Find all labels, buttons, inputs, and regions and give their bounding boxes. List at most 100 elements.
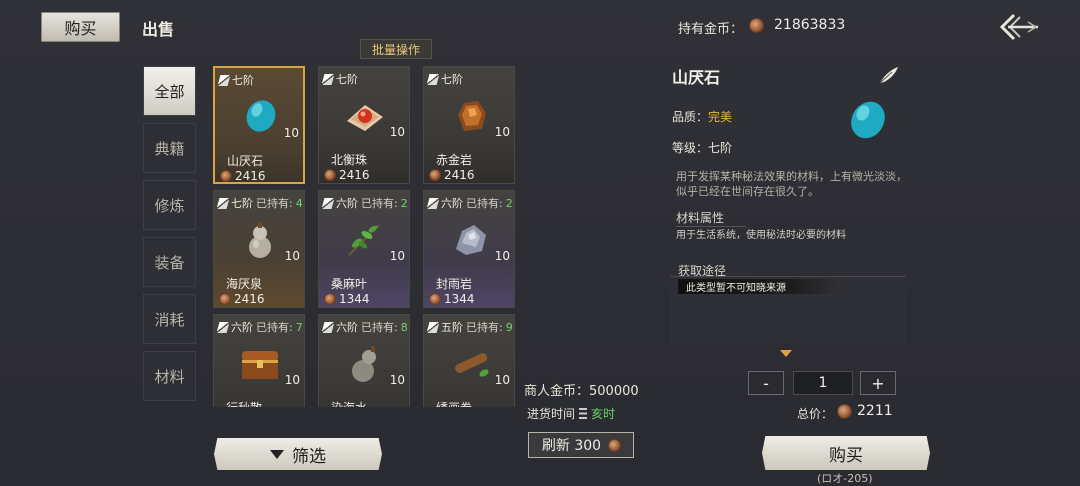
- item-card[interactable]: 六阶已持有:7 10 行秋散: [213, 314, 305, 407]
- feather-icon: [426, 321, 440, 333]
- item-name: 海厌泉: [226, 277, 263, 291]
- chevron-down-icon[interactable]: [780, 350, 792, 357]
- owned-count: 8: [400, 320, 408, 334]
- coin-icon: [220, 294, 230, 304]
- item-card[interactable]: 五阶已持有:9 10 绣画卷: [423, 314, 515, 407]
- item-name: 封雨岩: [436, 277, 473, 291]
- category-cultivation[interactable]: 修炼: [143, 180, 196, 230]
- item-rank: 七阶: [232, 74, 254, 87]
- restock-time: 进货时间 亥时: [527, 405, 615, 422]
- owned-label: 已持有:: [466, 321, 503, 334]
- refresh-button[interactable]: 刷新 300: [528, 432, 634, 458]
- feather-icon: [216, 197, 230, 209]
- item-price: 1344: [444, 292, 475, 306]
- owned-count: 4: [295, 196, 303, 210]
- merchant-coins: 商人金币：500000: [524, 380, 639, 399]
- tab-sell[interactable]: 出售: [142, 16, 174, 40]
- item-card[interactable]: 七阶 已持有: 4 10 海厌泉 2416: [213, 190, 305, 308]
- batch-operation-button[interactable]: 批量操作: [360, 39, 432, 59]
- item-rank: 七阶: [336, 73, 358, 86]
- gourd-icon: [352, 346, 376, 382]
- item-name: 桑麻叶: [331, 277, 368, 291]
- footer-code: (ロオ-205): [817, 472, 873, 485]
- item-quantity: 10: [389, 373, 405, 387]
- owned-label: 已持有:: [466, 197, 503, 210]
- item-quantity: 10: [283, 126, 299, 140]
- category-consumables[interactable]: 消耗: [143, 294, 196, 344]
- material-attributes-text: 用于生活系统，使用秘法时必要的材料: [676, 230, 846, 241]
- owned-count: 2: [400, 196, 408, 210]
- item-card[interactable]: 七阶 10 山厌石 2416: [213, 66, 305, 184]
- amber-rock-icon: [458, 101, 486, 131]
- item-quantity: 10: [389, 249, 405, 263]
- item-name: 山厌石: [227, 154, 264, 168]
- item-card[interactable]: 七阶 10 赤金岩 2416: [423, 66, 515, 184]
- category-equipment[interactable]: 装备: [143, 237, 196, 287]
- feather-icon: [426, 197, 440, 209]
- item-rank: 七阶: [231, 197, 253, 210]
- feather-icon: [216, 321, 230, 333]
- item-rank: 六阶: [231, 321, 253, 334]
- refresh-label: 刷新 300: [541, 438, 602, 454]
- coin-icon: [609, 439, 621, 451]
- quantity-increase-button[interactable]: +: [860, 371, 896, 395]
- item-rank: 六阶: [336, 197, 358, 210]
- detail-description: 用于发挥某种秘法效果的材料，上有微光淡淡，似乎已经在世间存在很久了。: [676, 170, 907, 198]
- restock-time-value: 亥时: [591, 407, 616, 421]
- item-name: 北衡珠: [331, 153, 368, 167]
- category-all[interactable]: 全部: [143, 66, 196, 116]
- coin-icon: [325, 170, 335, 180]
- feather-icon: [321, 73, 335, 85]
- item-rank: 五阶: [441, 321, 463, 334]
- gourd-icon: [249, 222, 271, 258]
- item-card[interactable]: 六阶已持有:8 10 染海水: [318, 314, 410, 407]
- item-card[interactable]: 六阶 已持有: 2 10 桑麻叶 1344: [318, 190, 410, 308]
- owned-label: 已持有:: [361, 321, 398, 334]
- owned-count: 2: [505, 196, 513, 210]
- feather-icon: [321, 321, 335, 333]
- filter-label: 筛选: [292, 446, 326, 467]
- owned-count: 7: [295, 320, 303, 334]
- coin-icon: [750, 19, 763, 32]
- item-rank: 六阶: [336, 321, 358, 334]
- category-books[interactable]: 典籍: [143, 123, 196, 173]
- item-rank: 六阶: [441, 197, 463, 210]
- feather-icon: [879, 67, 898, 84]
- red-pearl-icon: [347, 105, 383, 131]
- item-quantity: 10: [284, 373, 300, 387]
- grade-value: 七阶: [708, 141, 733, 155]
- quality-value: 完美: [708, 110, 733, 124]
- item-card[interactable]: 六阶 已持有: 2 10 封雨岩 1344: [423, 190, 515, 308]
- item-name: 行秋散: [226, 399, 262, 407]
- buy-button[interactable]: 购买: [762, 436, 930, 470]
- restock-label: 进货时间: [527, 407, 576, 421]
- item-card[interactable]: 七阶 10 北衡珠 2416: [318, 66, 410, 184]
- owned-label: 已持有:: [256, 321, 293, 334]
- coin-icon: [430, 294, 440, 304]
- owned-label: 已持有:: [256, 197, 293, 210]
- item-price: 2416: [234, 292, 265, 306]
- item-price: 2416: [339, 168, 370, 182]
- funnel-icon: [270, 449, 284, 459]
- chest-icon: [242, 351, 278, 379]
- item-name: 绣画卷: [436, 399, 472, 407]
- grey-crystal-icon: [456, 225, 486, 255]
- leaf-branch-icon: [348, 224, 380, 256]
- source-text: 此类型暂不可知晓来源: [686, 283, 786, 294]
- held-coins-label: 持有金币：: [678, 22, 744, 37]
- quantity-decrease-button[interactable]: -: [748, 371, 784, 395]
- detail-title: 山厌石: [672, 68, 721, 87]
- detail-grade: 等级：七阶: [672, 139, 732, 156]
- category-materials[interactable]: 材料: [143, 351, 196, 401]
- quantity-input[interactable]: 1: [793, 371, 853, 395]
- hourglass-icon: [579, 408, 588, 419]
- filter-button[interactable]: 筛选: [214, 438, 382, 470]
- detail-quality: 品质：完美: [672, 108, 732, 125]
- coin-icon: [838, 405, 851, 418]
- feather-icon: [321, 197, 335, 209]
- back-arrow-icon[interactable]: [998, 12, 1040, 42]
- item-quantity: 10: [494, 125, 510, 139]
- tab-buy[interactable]: 购买: [41, 12, 120, 42]
- shop-screen: 购买 出售 批量操作 持有金币： 21863833 全部 典籍 修炼 装备 消耗…: [0, 0, 1080, 486]
- total-price-value: 2211: [857, 403, 893, 419]
